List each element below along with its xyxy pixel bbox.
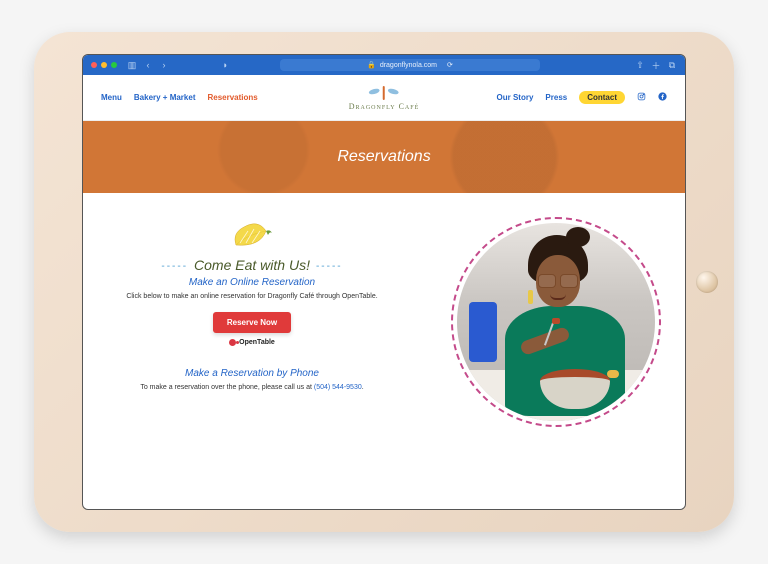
customer-photo [457, 223, 655, 421]
reload-icon[interactable]: ⟳ [447, 61, 453, 69]
ipad-frame: ▥ ‹ › ◑ 🔒 dragonflynola.com ⟳ ⇧ ＋ ⧉ Menu… [34, 32, 734, 532]
page-title: Reservations [337, 148, 430, 166]
close-window-icon[interactable] [91, 62, 97, 68]
nav-our-story[interactable]: Our Story [497, 93, 534, 102]
nav-bakery-market[interactable]: Bakery + Market [134, 93, 196, 102]
address-bar[interactable]: 🔒 dragonflynola.com ⟳ [280, 59, 540, 71]
browser-toolbar: ▥ ‹ › ◑ 🔒 dragonflynola.com ⟳ ⇧ ＋ ⧉ [83, 55, 685, 75]
window-controls [91, 62, 117, 68]
minimize-window-icon[interactable] [101, 62, 107, 68]
opentable-label: OpenTable [239, 339, 275, 346]
back-icon[interactable]: ‹ [143, 60, 153, 70]
hero-banner: Reservations [83, 121, 685, 193]
phone-reservation-body: To make a reservation over the phone, pl… [107, 383, 397, 393]
url-text: dragonflynola.com [380, 62, 437, 69]
reserve-now-button[interactable]: Reserve Now [213, 312, 291, 333]
ipad-home-button[interactable] [696, 271, 718, 293]
nav-reservations[interactable]: Reservations [207, 93, 257, 102]
opentable-badge[interactable]: OpenTable [107, 339, 397, 346]
nav-left: Menu Bakery + Market Reservations [101, 93, 258, 102]
sidebar-toggle-icon[interactable]: ▥ [127, 60, 137, 70]
phone-reservation-heading: Make a Reservation by Phone [107, 368, 397, 379]
forward-icon[interactable]: › [159, 60, 169, 70]
share-icon[interactable]: ⇧ [635, 60, 645, 70]
tabs-icon[interactable]: ⧉ [667, 60, 677, 70]
main-content: Come Eat with Us! Make an Online Reserva… [83, 193, 685, 509]
lemon-icon [230, 221, 274, 251]
ipad-screen: ▥ ‹ › ◑ 🔒 dragonflynola.com ⟳ ⇧ ＋ ⧉ Menu… [82, 54, 686, 510]
online-reservation-heading: Make an Online Reservation [107, 277, 397, 288]
phone-number-link[interactable]: (504) 544-9530 [314, 384, 362, 391]
online-reservation-body: Click below to make an online reservatio… [107, 292, 397, 302]
site-header: Menu Bakery + Market Reservations Dragon… [83, 75, 685, 121]
reservation-column: Come Eat with Us! Make an Online Reserva… [107, 213, 397, 393]
nav-menu[interactable]: Menu [101, 93, 122, 102]
facebook-icon[interactable] [658, 92, 667, 103]
logo-text: Dragonfly Café [349, 102, 420, 111]
lock-icon: 🔒 [367, 61, 376, 69]
shield-icon[interactable]: ◑ [220, 60, 230, 70]
contact-button[interactable]: Contact [579, 91, 625, 104]
instagram-icon[interactable] [637, 92, 646, 103]
new-tab-icon[interactable]: ＋ [651, 60, 661, 70]
customer-photo-frame [451, 217, 661, 427]
maximize-window-icon[interactable] [111, 62, 117, 68]
dragonfly-icon [367, 84, 401, 102]
opentable-icon [229, 339, 236, 346]
site-logo[interactable]: Dragonfly Café [349, 84, 420, 111]
eat-with-us-heading: Come Eat with Us! [107, 257, 397, 273]
nav-right: Our Story Press Contact [497, 91, 667, 104]
nav-press[interactable]: Press [545, 93, 567, 102]
